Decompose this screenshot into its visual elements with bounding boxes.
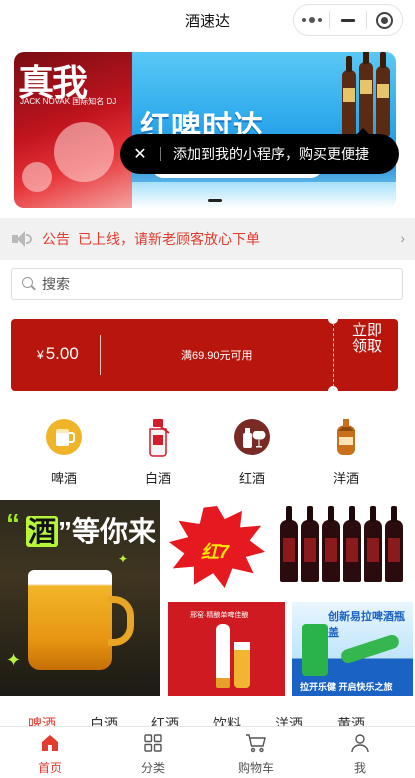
tab-liquor[interactable]: 洋酒 [275, 714, 303, 726]
promo-tile-beer-event[interactable]: “ 酒”等你来 ✦ ✦ [0, 500, 160, 696]
tab-wine[interactable]: 红酒 [151, 714, 179, 726]
coupon-condition: 满69.90元可用 [181, 350, 253, 362]
tabbar-label: 我 [353, 761, 366, 775]
tabbar-label: 首页 [37, 761, 62, 775]
promo-tile-caption: 拉开乐健 开启快乐之旅 [300, 682, 393, 692]
home-icon [10, 733, 90, 753]
chevron-right-icon: › [400, 230, 405, 246]
tabbar-me[interactable]: 我 [320, 733, 400, 776]
grid-icon [113, 733, 193, 753]
tooltip-text: 添加到我的小程序，购买更便捷 [173, 146, 369, 162]
beer-bottle-image [280, 506, 298, 582]
promo-section: “ 酒”等你来 ✦ ✦ 红7 邢窑·精酿单啤佳酿 创新易拉啤酒瓶盖 拉开乐健 开… [0, 498, 415, 702]
currency-symbol: ¥ [37, 348, 44, 362]
notice-label: 公告 [42, 231, 70, 247]
tab-drinks[interactable]: 饮料 [213, 714, 241, 726]
promo-tile-red7[interactable]: 红7 [165, 500, 270, 592]
cart-icon [216, 733, 296, 753]
tabbar-label: 购物车 [237, 761, 274, 775]
search-input[interactable] [42, 276, 382, 292]
beer-bottle-image [216, 624, 230, 688]
tab-beer[interactable]: 啤酒 [28, 714, 56, 726]
category-label: 洋酒 [332, 471, 359, 486]
beer-glass-image [234, 642, 250, 688]
tab-baijiu[interactable]: 白酒 [90, 714, 118, 726]
coupon-perforation [333, 323, 334, 387]
speaker-icon [12, 230, 34, 248]
notice-bar[interactable]: 公告 已上线，请新老顾客放心下单 › [0, 218, 415, 260]
beer-bottle-image [343, 506, 361, 582]
minimize-button[interactable] [330, 5, 365, 35]
search-section [0, 260, 415, 308]
user-icon [320, 733, 400, 753]
banner-carousel[interactable]: 真我 JACK NOVAK 国际知名 DJ 红啤时达 现在下单 1小时内新鲜送达 [14, 52, 396, 208]
cognac-bottle-icon [327, 418, 365, 456]
promo-tile-caption: 邢窑·精酿单啤佳酿 [190, 612, 249, 619]
coupon-section: ¥5.00 满69.90元可用 立即领取 [0, 308, 415, 400]
beer-bottle-image [301, 506, 319, 582]
carousel-indicator [208, 199, 222, 202]
beer-bottle-image [364, 506, 382, 582]
banner-slide-left: 真我 JACK NOVAK 国际知名 DJ [14, 52, 132, 208]
category-label: 啤酒 [50, 471, 77, 486]
close-icon[interactable]: ✕ [120, 144, 160, 164]
notice-text: 已上线，请新老顾客放心下单 [78, 231, 260, 247]
beer-can-image [302, 624, 328, 676]
close-miniprogram-button[interactable] [367, 5, 402, 35]
tabbar-label: 分类 [140, 761, 165, 775]
product-category-tabs: 啤酒 白酒 红酒 饮料 洋酒 黄酒 [0, 702, 415, 726]
category-wine[interactable]: 红酒 [222, 418, 282, 487]
promo-tile-title: 创新易拉啤酒瓶盖 [328, 611, 405, 639]
minimize-icon [341, 18, 355, 22]
coupon-notch [328, 386, 338, 396]
banner-left-caption: JACK NOVAK 国际知名 DJ [20, 97, 117, 106]
beer-bottle-image [322, 506, 340, 582]
beer-bottle-image [385, 506, 403, 582]
category-label: 白酒 [144, 471, 171, 486]
coupon-amount: ¥5.00 [37, 344, 79, 364]
baijiu-bottle-icon [139, 418, 177, 457]
promo-slogan: 酒”等你来 [6, 510, 156, 550]
coupon-card[interactable]: ¥5.00 满69.90元可用 立即领取 [11, 314, 398, 396]
tab-huangjiu[interactable]: 黄酒 [337, 714, 365, 726]
search-icon [22, 277, 36, 291]
promo-tile-can-opener[interactable]: 创新易拉啤酒瓶盖 拉开乐健 开启快乐之旅 [292, 602, 413, 696]
promo-slogan-rest: ”等你来 [57, 516, 156, 547]
search-box[interactable] [11, 268, 403, 300]
category-grid: 啤酒 白酒 红酒 洋酒 [0, 400, 415, 498]
coupon-divider [100, 335, 101, 375]
claim-coupon-button[interactable]: 立即领取 [347, 323, 387, 355]
more-icon [301, 17, 322, 23]
red7-badge-text: 红7 [201, 542, 230, 562]
bubble-decoration [54, 122, 114, 182]
tabbar-home[interactable]: 首页 [10, 733, 90, 776]
tooltip-divider [160, 147, 161, 161]
category-label: 红酒 [238, 471, 265, 486]
category-liquor[interactable]: 洋酒 [316, 418, 376, 487]
bottom-tab-bar: 首页 分类 购物车 我 [0, 726, 415, 778]
banner-section: 真我 JACK NOVAK 国际知名 DJ 红啤时达 现在下单 1小时内新鲜送达… [0, 40, 415, 218]
beer-mug-image [28, 570, 112, 670]
capsule-menu [293, 4, 403, 36]
category-baijiu[interactable]: 白酒 [128, 418, 188, 487]
promo-tile-craft-beer[interactable]: 邢窑·精酿单啤佳酿 [168, 602, 285, 696]
sparkle-icon: ✦ [6, 650, 22, 670]
beer-mug-handle [108, 596, 134, 646]
target-icon [375, 11, 393, 29]
nav-bar: 酒速达 [0, 0, 415, 40]
more-button[interactable] [294, 5, 329, 35]
beer-bottles-image [342, 52, 390, 136]
coupon-value: 5.00 [45, 344, 79, 363]
category-beer[interactable]: 啤酒 [34, 418, 94, 487]
tabbar-cart[interactable]: 购物车 [216, 733, 296, 776]
beer-icon [45, 418, 83, 456]
wine-icon [233, 418, 271, 456]
tabbar-category[interactable]: 分类 [113, 733, 193, 776]
promo-slogan-jiu: 酒 [25, 516, 58, 547]
bubble-decoration [22, 162, 52, 192]
water-decoration [132, 182, 396, 208]
sparkle-icon: ✦ [118, 552, 129, 566]
promo-tile-bottles[interactable] [272, 500, 413, 592]
add-miniprogram-tooltip: ✕ 添加到我的小程序，购买更便捷 [120, 128, 399, 174]
